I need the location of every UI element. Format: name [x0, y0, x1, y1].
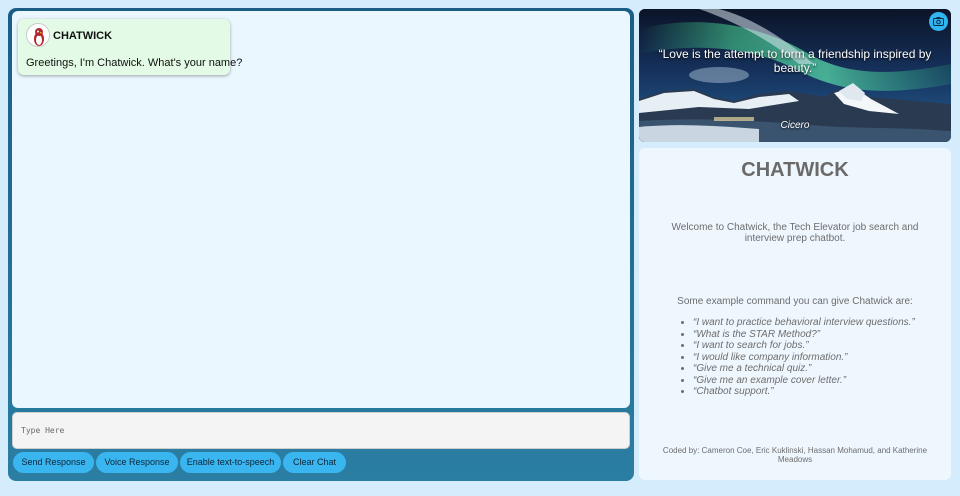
examples-intro: Some example command you can give Chatwi…	[677, 296, 913, 307]
clear-chat-button[interactable]: Clear Chat	[283, 452, 346, 473]
list-item: “Chatbot support.”	[693, 386, 915, 398]
bot-message-bubble: CHATWICK Greetings, I'm Chatwick. What's…	[18, 19, 242, 75]
list-item: “Give me an example cover letter.”	[693, 375, 915, 387]
list-item: “I want to practice behavioral interview…	[693, 317, 915, 329]
message-sender-name: CHATWICK	[53, 30, 113, 42]
list-item: “I want to search for jobs.”	[693, 340, 915, 352]
message-text: Greetings, I'm Chatwick. What's your nam…	[26, 57, 243, 69]
quote-text: “Love is the attempt to form a friendshi…	[658, 47, 932, 75]
send-response-button[interactable]: Send Response	[13, 452, 94, 473]
camera-icon	[933, 17, 944, 26]
list-item: “What is the STAR Method?”	[693, 329, 915, 341]
chat-window[interactable]: CHATWICK Greetings, I'm Chatwick. What's…	[12, 11, 630, 408]
chat-panel: CHATWICK Greetings, I'm Chatwick. What's…	[8, 8, 634, 481]
list-item: “Give me a technical quiz.”	[693, 363, 915, 375]
chat-input[interactable]	[12, 412, 630, 449]
quote-author: Cicero	[780, 120, 810, 131]
quote-banner: “Love is the attempt to form a friendshi…	[639, 9, 951, 142]
welcome-text: Welcome to Chatwick, the Tech Elevator j…	[671, 222, 919, 244]
penguin-icon	[26, 23, 50, 47]
camera-button[interactable]	[929, 12, 948, 31]
example-commands-list: “I want to practice behavioral interview…	[693, 317, 915, 398]
enable-tts-button[interactable]: Enable text-to-speech	[180, 452, 281, 473]
credits-text: Coded by: Cameron Coe, Eric Kuklinski, H…	[662, 446, 928, 464]
list-item: “I would like company information.”	[693, 352, 915, 364]
voice-response-button[interactable]: Voice Response	[96, 452, 178, 473]
page-title: CHATWICK	[741, 159, 849, 181]
info-panel: CHATWICK Welcome to Chatwick, the Tech E…	[639, 148, 951, 480]
